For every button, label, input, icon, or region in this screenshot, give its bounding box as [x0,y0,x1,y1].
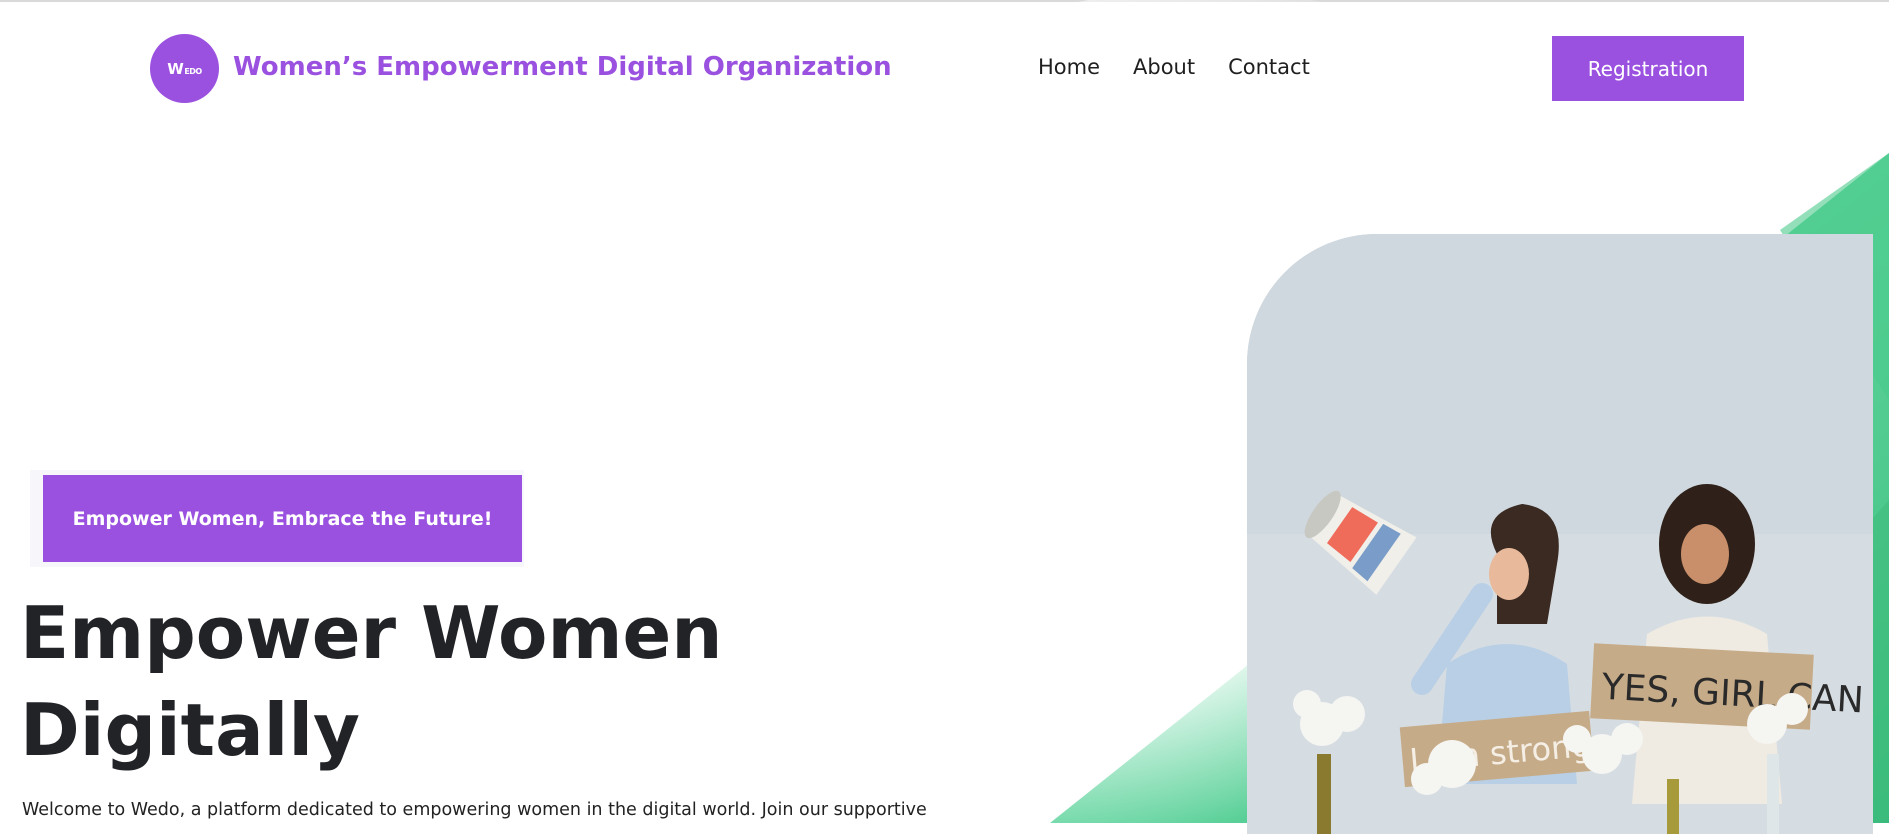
headline-line-1: Empower Women [20,591,723,675]
hero-photo: YES, GIRL CAN I am strong [1247,234,1873,834]
logo-small-text: EDO [184,66,202,76]
logo-letter: W [167,59,184,78]
nav-contact[interactable]: Contact [1228,55,1310,79]
nav-home[interactable]: Home [1038,55,1100,79]
hero-intro-text: Welcome to Wedo, a platform dedicated to… [22,800,927,820]
protest-photo-illustration: YES, GIRL CAN I am strong [1247,234,1873,834]
tagline-badge[interactable]: Empower Women, Embrace the Future! [43,475,522,562]
headline-line-2: Digitally [20,688,360,772]
main-nav: Home About Contact [1038,55,1310,79]
brand-name[interactable]: Women’s Empowerment Digital Organization [233,52,892,82]
site-header: W EDO Women’s Empowerment Digital Organiz… [0,2,1889,136]
wedo-logo[interactable]: W EDO [150,34,219,103]
hero-headline: Empower Women Digitally [20,585,820,779]
nav-about[interactable]: About [1133,55,1195,79]
registration-button[interactable]: Registration [1552,36,1744,101]
